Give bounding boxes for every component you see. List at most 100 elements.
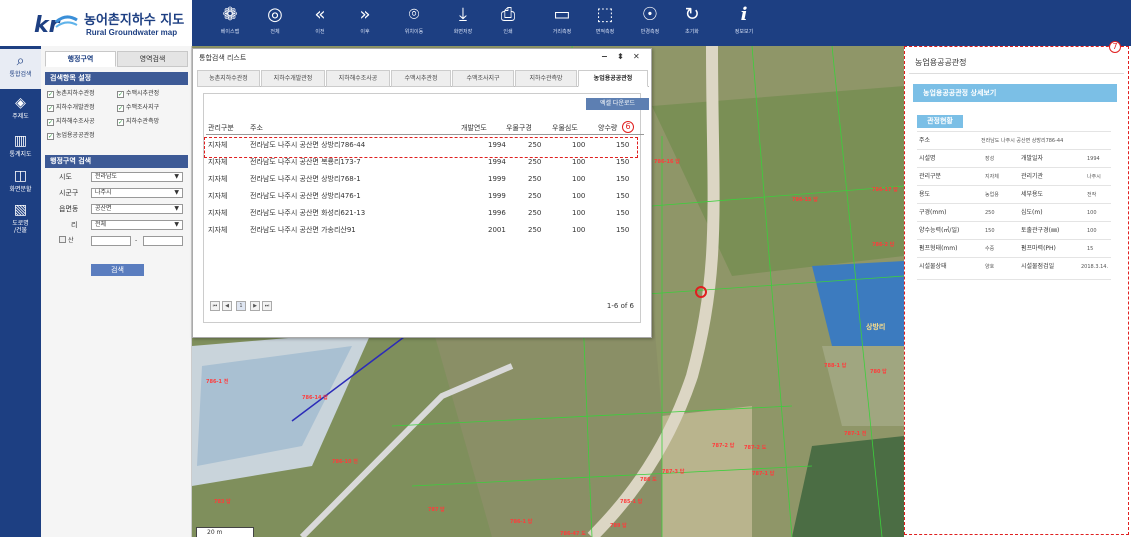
print-button[interactable]: ⎙ 인쇄	[486, 0, 530, 46]
col-manage-type[interactable]: 관리구분	[208, 121, 234, 135]
field-label: 세부용도	[1021, 191, 1044, 198]
chevron-down-icon: ▼	[174, 189, 179, 196]
print-label: 인쇄	[503, 29, 513, 35]
info-button[interactable]: i 정보보기	[722, 0, 766, 46]
first-page-icon[interactable]: ⏮	[210, 301, 220, 311]
area-measure-button[interactable]: ⬚ 면적측정	[583, 0, 627, 46]
table-row[interactable]: 지자체 전라남도 나주시 공산면 화성리621-13 1996 250 100 …	[206, 206, 640, 221]
parcel-label: 786-47 도	[560, 531, 586, 537]
col-depth[interactable]: 우물심도	[552, 121, 578, 135]
rail-item-road-building[interactable]: ▧ 도로명 /건물	[0, 198, 41, 238]
tab-observation[interactable]: 지하수관측망	[515, 70, 577, 87]
table-row[interactable]: 지자체 전라남도 나주시 공산면 상방리476-1 1999 250 100 1…	[206, 189, 640, 204]
col-pumping[interactable]: 양수량	[598, 121, 617, 135]
table-row[interactable]: 지자체 전라남도 나주시 공산면 상방리768-1 1999 250 100 1…	[206, 172, 640, 187]
detail-row: 관리구분 지자체 관리기관 나주시	[917, 167, 1111, 185]
location-move-label: 위치이동	[404, 29, 424, 35]
tab-rural-groundwater[interactable]: 농촌지하수관정	[197, 70, 260, 87]
lot-main-input[interactable]	[91, 236, 131, 246]
prev-page-icon[interactable]: ◀	[222, 301, 232, 311]
app-logo[interactable]: kr 농어촌지하수 지도 Rural Groundwater map	[0, 0, 192, 46]
eupmyeondong-select[interactable]: 공산면 ▼	[91, 204, 183, 214]
basemap-button[interactable]: ❁ 베이스맵	[208, 0, 252, 46]
back-button[interactable]: « 이전	[298, 0, 342, 46]
selected-row-highlight	[204, 137, 638, 158]
distance-measure-label: 거리측정	[552, 29, 572, 35]
screen-save-button[interactable]: ⤓ 화면저장	[441, 0, 485, 46]
col-dev-year[interactable]: 개발연도	[461, 121, 487, 135]
forward-button[interactable]: » 이후	[343, 0, 387, 46]
info-icon: i	[740, 4, 748, 25]
last-page-icon[interactable]: ⏭	[262, 301, 272, 311]
field-label: 펌프마력(PH)	[1021, 245, 1056, 252]
check-icon: ✓	[117, 105, 124, 112]
parcel-label: 786-15 답	[792, 197, 818, 203]
tab-agri-public[interactable]: 농업용공공관정	[578, 70, 648, 87]
checkbox-survey-area[interactable]: ✓ 수맥조사지구	[117, 103, 159, 113]
sido-select[interactable]: 전라남도 ▼	[91, 172, 183, 182]
checkbox-development[interactable]: ✓ 지하수개발관정	[47, 103, 95, 113]
well-status-badge: 관정현황	[917, 115, 963, 128]
sido-value: 전라남도	[95, 173, 118, 180]
excel-download-button[interactable]: 엑셀 다운로드	[586, 98, 649, 110]
close-icon[interactable]: ✕	[633, 52, 640, 61]
cell-dev-year: 1996	[488, 209, 506, 217]
parcel-label: 787-3 답	[662, 469, 685, 475]
checkbox-seawater[interactable]: ✓ 지하해수조사공	[47, 117, 95, 127]
full-extent-button[interactable]: ◎ 전체	[253, 0, 297, 46]
field-label: 관리구분	[919, 173, 942, 180]
checkbox-rural-groundwater[interactable]: ✓ 농촌지하수관정	[47, 89, 95, 99]
pin-icon[interactable]: ⬍	[617, 52, 624, 61]
checkbox-observation[interactable]: ✓ 지하수관측망	[117, 117, 159, 127]
field-value: 2018.3.14.	[1081, 264, 1109, 270]
sigungu-select[interactable]: 나주시 ▼	[91, 188, 183, 198]
app-title: 농어촌지하수 지도	[84, 13, 185, 28]
checkbox-agri-public[interactable]: ✓ 농업용공공관정	[47, 131, 95, 141]
tab-development[interactable]: 지하수개발관정	[261, 70, 325, 87]
col-diameter[interactable]: 우물구경	[506, 121, 532, 135]
print-icon: ⎙	[500, 4, 516, 25]
detail-row: 시설명 장성 개발일자 1994	[917, 149, 1111, 167]
checkbox-label: 지하수관측망	[126, 118, 160, 125]
checkbox-drilling[interactable]: ✓ 수맥시추관정	[117, 89, 159, 99]
reset-button[interactable]: ↻ 초기화	[670, 0, 714, 46]
field-label: 심도(m)	[1021, 209, 1043, 216]
annotation-7: 7	[1109, 41, 1121, 53]
field-value: 장성	[985, 156, 995, 162]
lot-sub-input[interactable]	[143, 236, 183, 246]
tab-admin-area[interactable]: 행정구역	[45, 51, 116, 67]
parcel-label: 780 답	[870, 369, 887, 375]
well-marker[interactable]	[695, 286, 707, 298]
parcel-label: 786-16 답	[654, 159, 680, 165]
mountain-checkbox[interactable]: 산	[59, 236, 74, 246]
table-row[interactable]: 지자체 전라남도 나주시 공산면 가송리산91 2001 250 100 150	[206, 223, 640, 238]
chevron-down-icon: ▼	[174, 173, 179, 180]
tab-drilling[interactable]: 수맥시추관정	[391, 70, 451, 87]
mountain-label: 산	[68, 237, 74, 244]
back-label: 이전	[315, 29, 325, 35]
parcel-label: 787 답	[428, 507, 445, 513]
rail-item-stat-map[interactable]: ▥ 통계지도	[0, 129, 41, 169]
cell-dev-year: 1999	[488, 192, 506, 200]
col-address[interactable]: 주소	[250, 121, 263, 135]
rail-item-theme-map[interactable]: ◈ 주제도	[0, 91, 41, 131]
search-button[interactable]: 검색	[91, 264, 144, 276]
rail-item-integrated-search[interactable]: ⌕ 통합검색	[0, 49, 41, 89]
village-label: 상방리	[866, 323, 886, 331]
minimize-icon[interactable]: −	[601, 52, 608, 61]
forward-icon: »	[359, 4, 371, 25]
tab-seawater[interactable]: 지하해수조사공	[326, 70, 390, 87]
ri-select[interactable]: 전체 ▼	[91, 220, 183, 230]
location-move-button[interactable]: ⌾ 위치이동	[392, 0, 436, 46]
tab-survey-area[interactable]: 수맥조사지구	[452, 70, 514, 87]
detail-heading: 농업용공공관정 상세보기	[913, 84, 1117, 102]
radius-measure-button[interactable]: ☉ 반경측정	[628, 0, 672, 46]
distance-measure-button[interactable]: ▭ 거리측정	[540, 0, 584, 46]
checkbox-label: 지하수개발관정	[56, 104, 95, 111]
field-label: 시설명	[919, 155, 936, 162]
tab-area-search[interactable]: 영역검색	[117, 51, 188, 67]
next-page-icon[interactable]: ▶	[250, 301, 260, 311]
page-number[interactable]: 1	[236, 301, 246, 311]
result-list-window: 통합검색 리스트 − ⬍ ✕ 농촌지하수관정 지하수개발관정 지하해수조사공 수…	[192, 48, 652, 338]
rail-label-search: 통합검색	[9, 71, 32, 78]
